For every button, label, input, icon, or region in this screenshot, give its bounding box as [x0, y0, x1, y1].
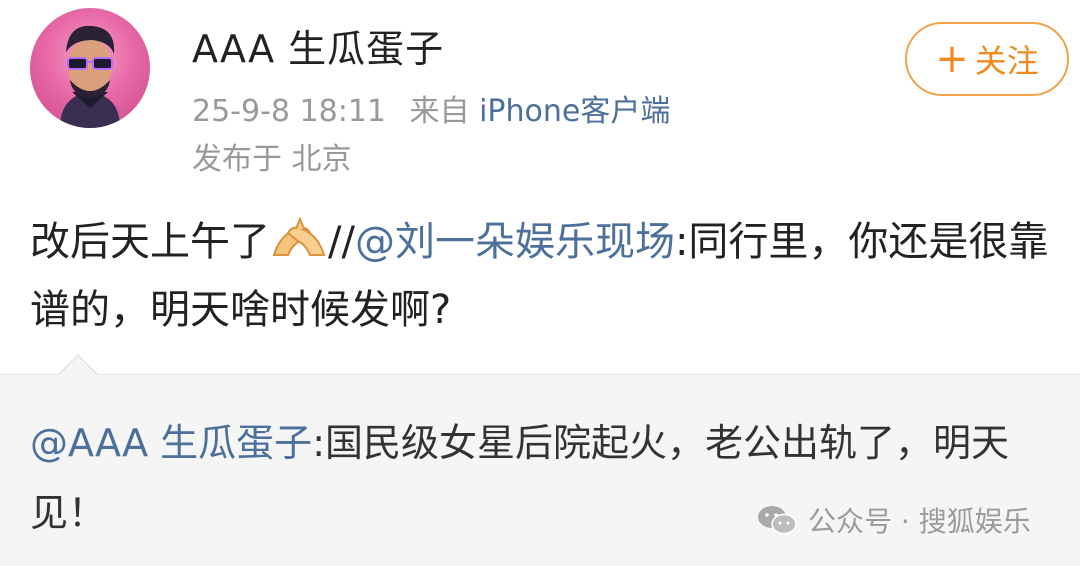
- follow-button[interactable]: + 关注: [905, 22, 1069, 96]
- wechat-icon: [758, 506, 797, 535]
- pinched-hands-emoji-icon: [270, 214, 328, 260]
- follow-label: 关注: [974, 42, 1039, 80]
- plus-icon: +: [935, 36, 969, 82]
- username[interactable]: AAA 生瓜蛋子: [192, 18, 444, 73]
- repost-mention-link[interactable]: @AAA 生瓜蛋子: [30, 421, 312, 465]
- avatar-illustration: [60, 25, 120, 128]
- watermark: 公众号 · 搜狐娱乐: [756, 500, 1031, 540]
- location: 发布于 北京: [192, 142, 352, 177]
- source-prefix: 来自: [409, 94, 470, 129]
- mention-link[interactable]: @刘一朵娱乐现场: [355, 219, 675, 265]
- post-text-separator: //: [328, 219, 355, 265]
- client-link[interactable]: iPhone客户端: [479, 94, 670, 129]
- post-text-before: 改后天上午了: [30, 219, 270, 265]
- post-text: 改后天上午了 //@刘一朵娱乐现场:同行里，你还是很靠谱的，明天啥时候发啊?: [30, 208, 1060, 344]
- timestamp: 25-9-8 18:11: [192, 94, 386, 129]
- avatar[interactable]: [30, 8, 150, 128]
- watermark-text: 公众号 · 搜狐娱乐: [808, 505, 1031, 538]
- repost-notch-inner: [60, 356, 96, 375]
- post-meta: 25-9-8 18:11 来自 iPhone客户端: [192, 86, 670, 130]
